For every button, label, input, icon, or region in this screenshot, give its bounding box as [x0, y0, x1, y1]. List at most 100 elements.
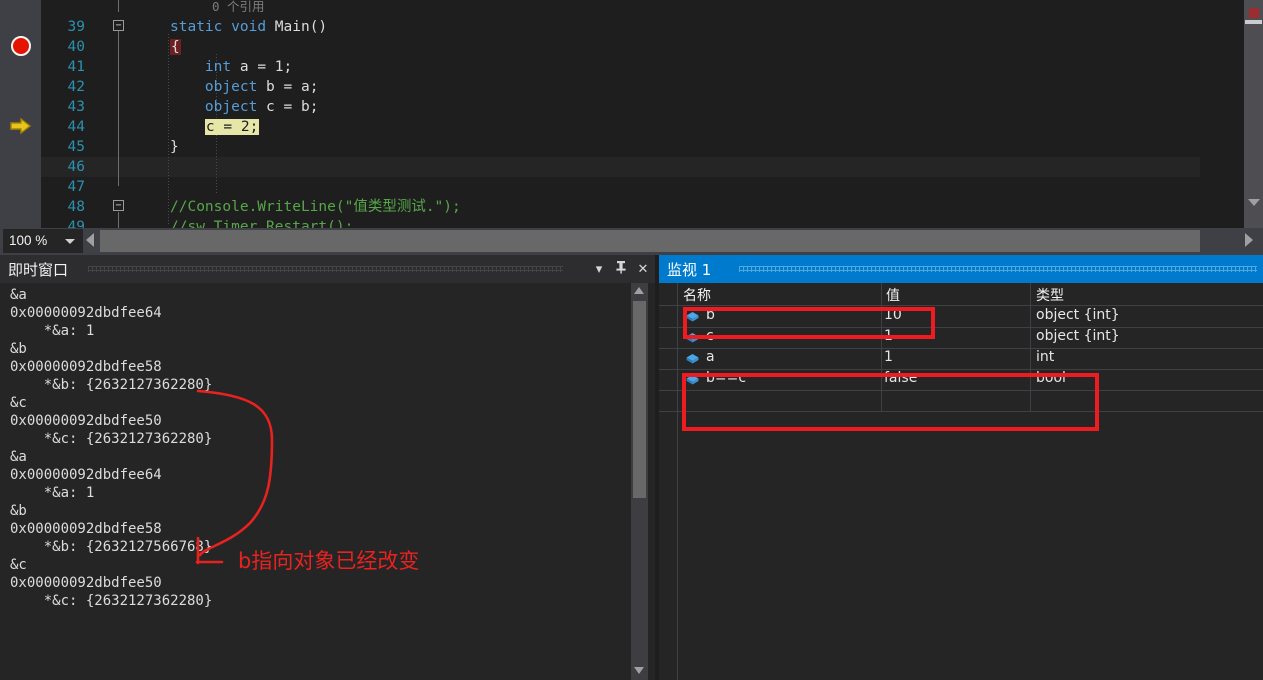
- column-header-type[interactable]: 类型: [1036, 285, 1064, 305]
- line-number: 49: [67, 219, 85, 228]
- scrollbar-thumb[interactable]: [1245, 20, 1262, 24]
- column-divider[interactable]: [881, 283, 882, 305]
- watch-window-header[interactable]: 监视 1: [659, 255, 1263, 283]
- cell-divider: [677, 306, 678, 327]
- structure-line: [118, 26, 119, 186]
- horizontal-scrollbar-thumb[interactable]: [100, 230, 1200, 252]
- cell-divider: [1030, 306, 1031, 327]
- current-statement-arrow-icon: [9, 117, 33, 135]
- code-line-39[interactable]: static void Main(): [170, 17, 327, 37]
- output-line: *&c: {2632127362280}: [10, 431, 213, 447]
- cell-value[interactable]: 1: [884, 349, 893, 365]
- cell-name[interactable]: a: [706, 349, 715, 365]
- table-row[interactable]: b 10 object {int}: [659, 306, 1263, 328]
- cell-divider: [881, 306, 882, 327]
- output-line: &c: [10, 557, 27, 573]
- cell-name[interactable]: c: [706, 328, 714, 344]
- scroll-right-arrow-icon[interactable]: [1245, 233, 1253, 247]
- column-divider: [677, 283, 678, 305]
- cell-divider: [881, 327, 882, 348]
- cell-value[interactable]: 10: [884, 307, 902, 323]
- code-line-49[interactable]: //sw.Timer.Restart();: [170, 217, 353, 228]
- line-number: 44: [67, 119, 85, 135]
- cell-value[interactable]: 1: [884, 328, 893, 344]
- line-number: 48: [67, 199, 85, 215]
- breakpoint-icon[interactable]: [11, 36, 31, 56]
- window-dropdown-icon[interactable]: ▾: [590, 260, 608, 278]
- codelens-reference-hint[interactable]: 0 个引用: [212, 0, 265, 17]
- editor-indicator-margin[interactable]: [0, 0, 41, 228]
- watch-column-header-row: 名称 值 类型: [659, 283, 1263, 306]
- close-icon[interactable]: ✕: [634, 260, 652, 278]
- cell-name[interactable]: b==c: [706, 370, 746, 386]
- scrollbar-breakpoint-marker: [1249, 8, 1259, 18]
- output-line: &b: [10, 503, 27, 519]
- output-line: &a: [10, 449, 27, 465]
- code-line-45[interactable]: }: [170, 137, 179, 157]
- column-header-value[interactable]: 值: [886, 285, 900, 305]
- code-editor-pane[interactable]: − − 0 个引用 39 40 41 42 43 44 45 46 47 48 …: [0, 0, 1263, 228]
- output-line: 0x00000092dbdfee64: [10, 305, 162, 321]
- code-line-41[interactable]: int a = 1;: [170, 57, 292, 77]
- immediate-window-scrollbar[interactable]: [631, 283, 648, 680]
- annotation-label: b指向对象已经改变: [238, 549, 420, 573]
- brace-close: }: [170, 139, 179, 155]
- line-number: 42: [67, 79, 85, 95]
- immediate-window-header[interactable]: 即时窗口 ▾ ✕: [0, 255, 655, 283]
- cell-value[interactable]: false: [884, 370, 917, 386]
- code-line-42[interactable]: object b = a;: [170, 77, 319, 97]
- editor-vertical-scrollbar[interactable]: [1244, 0, 1263, 228]
- scroll-down-arrow-icon[interactable]: [634, 667, 644, 674]
- line-number: 39: [67, 19, 85, 35]
- code-line-48[interactable]: //Console.WriteLine("值类型测试.");: [170, 197, 461, 217]
- scroll-left-arrow-icon[interactable]: [86, 233, 94, 247]
- scroll-up-arrow-icon[interactable]: [634, 287, 644, 294]
- cell-divider: [1030, 369, 1031, 390]
- cell-divider: [677, 369, 678, 390]
- cell-divider: [881, 369, 882, 390]
- output-line: *&b: {2632127362280}: [10, 377, 213, 393]
- output-line: 0x00000092dbdfee50: [10, 413, 162, 429]
- scroll-down-arrow-icon[interactable]: [1248, 199, 1260, 206]
- current-statement-highlight: c = 2;: [204, 119, 260, 135]
- table-row[interactable]: c 1 object {int}: [659, 327, 1263, 349]
- output-line: &c: [10, 395, 27, 411]
- column-header-name[interactable]: 名称: [683, 285, 711, 305]
- immediate-window-output[interactable]: &a 0x00000092dbdfee64 *&a: 1 &b 0x000000…: [0, 283, 631, 680]
- cell-type: bool: [1036, 370, 1066, 386]
- current-row-highlight: [0, 157, 1200, 177]
- pin-icon[interactable]: [612, 260, 630, 278]
- output-line: 0x00000092dbdfee58: [10, 521, 162, 537]
- table-row[interactable]: b==c false bool: [659, 369, 1263, 391]
- cell-divider: [677, 348, 678, 369]
- code-line-40[interactable]: {: [170, 37, 181, 57]
- structure-line: [118, 212, 119, 228]
- kw-object: object: [204, 79, 258, 95]
- watch-grid[interactable]: 名称 值 类型 b 10 object {int} c 1 object {in…: [659, 283, 1263, 680]
- cell-divider: [1030, 348, 1031, 369]
- zoom-level-label: 100 %: [9, 233, 48, 248]
- structure-line: [118, 0, 119, 12]
- brace-open-highlight: {: [170, 39, 181, 55]
- cell-divider: [881, 390, 882, 411]
- line-number: 43: [67, 99, 85, 115]
- zoom-level-combobox[interactable]: 100 %: [3, 229, 83, 253]
- editor-bottom-bar: 100 %: [0, 228, 1263, 255]
- table-row[interactable]: a 1 int: [659, 348, 1263, 370]
- watch-window-title: 监视 1: [667, 261, 712, 279]
- collapse-toggle-48[interactable]: −: [113, 200, 124, 211]
- header-grip-dots: [88, 266, 563, 272]
- cell-name[interactable]: b: [706, 307, 715, 323]
- scrollbar-thumb[interactable]: [633, 301, 646, 498]
- watch-window-pane: 监视 1 名称 值 类型 b 10 object {int} c 1 objec…: [659, 255, 1263, 680]
- table-row-new-watch[interactable]: [659, 390, 1263, 412]
- line-number: 47: [67, 179, 85, 195]
- editor-horizontal-scrollbar[interactable]: [100, 230, 1218, 252]
- column-divider[interactable]: [1030, 283, 1031, 305]
- output-line: *&a: 1: [10, 323, 95, 339]
- code-line-43[interactable]: object c = b;: [170, 97, 319, 117]
- code-line-44[interactable]: c = 2;: [170, 117, 260, 137]
- collapse-toggle-39[interactable]: −: [113, 20, 124, 31]
- chevron-down-icon[interactable]: [65, 239, 75, 244]
- variable-icon: [685, 330, 700, 345]
